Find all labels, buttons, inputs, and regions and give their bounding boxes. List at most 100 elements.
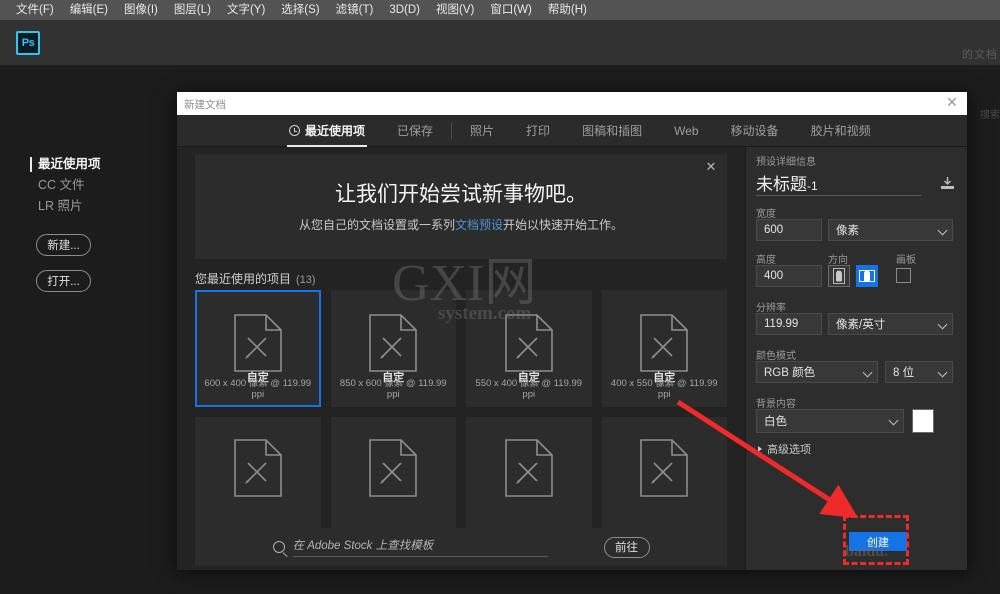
create-button-highlight: [843, 515, 909, 565]
background-text-2: 搜索: [980, 110, 1000, 121]
resolution-unit-select[interactable]: 像素/英寸: [828, 313, 953, 335]
tab-saved[interactable]: 已保存: [381, 115, 449, 147]
rail-nav-list: 最近使用项 CC 文件 LR 照片: [30, 154, 150, 217]
tab-photo[interactable]: 照片: [454, 115, 510, 147]
recent-item-card[interactable]: [330, 417, 456, 534]
recent-items-heading: 您最近使用的项目 (13): [195, 270, 316, 287]
chevron-down-icon: [937, 319, 948, 330]
background-color-swatch[interactable]: [912, 409, 934, 433]
start-screen-rail: 最近使用项 CC 文件 LR 照片 新建... 打开...: [0, 66, 170, 594]
stock-search-input[interactable]: 在 Adobe Stock 上查找模板: [292, 537, 548, 557]
recent-item-card[interactable]: 自定 850 x 600 像素 @ 119.99 ppi: [330, 290, 456, 407]
promo-banner: ✕ 让我们开始尝试新事物吧。 从您自己的文档设置或一系列文档预设开始以快速开始工…: [195, 154, 727, 259]
recent-item-card[interactable]: 自定 550 x 400 像素 @ 119.99 ppi: [466, 290, 592, 407]
document-name-value: 未标题: [756, 175, 807, 194]
resolution-unit-value: 像素/英寸: [836, 319, 886, 331]
width-label: 宽度: [756, 209, 776, 220]
document-icon: [233, 439, 282, 502]
tab-art-illustration[interactable]: 图稿和插图: [566, 115, 658, 147]
tab-mobile-label: 移动设备: [730, 124, 779, 138]
advanced-options-toggle[interactable]: 高级选项: [758, 441, 811, 457]
photoshop-logo-icon: Ps: [16, 31, 40, 55]
dialog-titlebar: 新建文档 ✕: [177, 92, 967, 115]
document-presets-link[interactable]: 文档预设: [455, 218, 503, 232]
color-mode-label: 颜色模式: [756, 351, 796, 362]
recent-items-count: (13): [296, 274, 316, 286]
stock-search-bar: 在 Adobe Stock 上查找模板 前往: [195, 528, 727, 566]
bit-depth-select[interactable]: 8 位: [885, 361, 953, 383]
document-icon: [233, 314, 282, 377]
color-mode-select[interactable]: RGB 颜色: [756, 361, 878, 383]
recent-item-card[interactable]: 自定 400 x 550 像素 @ 119.99 ppi: [601, 290, 727, 407]
recent-item-card[interactable]: [466, 417, 592, 534]
dialog-title: 新建文档: [184, 99, 226, 111]
recent-item-card[interactable]: 自定 600 x 400 像素 @ 119.99 ppi: [195, 290, 321, 407]
chevron-down-icon: [937, 225, 948, 236]
tab-web[interactable]: Web: [658, 115, 714, 147]
width-unit-value: 像素: [836, 225, 859, 237]
menu-item-layer[interactable]: 图层(L): [166, 0, 219, 20]
photoshop-window: 文件(F) 编辑(E) 图像(I) 图层(L) 文字(Y) 选择(S) 滤镜(T…: [0, 0, 1000, 594]
preset-details-panel: 预设详细信息 未标题-1 宽度 600 像素 高度 方向 画板 400 分辨率 …: [746, 147, 968, 570]
menu-item-select[interactable]: 选择(S): [273, 0, 327, 20]
document-name-suffix: -1: [807, 179, 818, 193]
orientation-landscape-icon[interactable]: [856, 265, 878, 287]
banner-close-icon[interactable]: ✕: [703, 160, 719, 176]
recent-item-detail: 550 x 400 像素 @ 119.99 ppi: [475, 378, 583, 400]
document-icon: [504, 439, 553, 502]
advanced-options-label: 高级选项: [767, 444, 811, 456]
menu-item-edit[interactable]: 编辑(E): [62, 0, 116, 20]
close-icon[interactable]: ✕: [943, 95, 961, 113]
chevron-down-icon: [888, 415, 899, 426]
save-preset-icon[interactable]: [939, 176, 956, 190]
recent-row-1: 自定 600 x 400 像素 @ 119.99 ppi 自定 850 x 60…: [195, 290, 727, 407]
menu-item-type[interactable]: 文字(Y): [219, 0, 273, 20]
tab-divider: [451, 122, 453, 139]
recent-items-grid: 自定 600 x 400 像素 @ 119.99 ppi 自定 850 x 60…: [195, 290, 727, 544]
artboard-checkbox[interactable]: [896, 268, 911, 283]
open-button[interactable]: 打开...: [36, 270, 91, 292]
app-toolbar: [0, 20, 1000, 66]
menu-item-window[interactable]: 窗口(W): [482, 0, 540, 20]
resolution-input[interactable]: 119.99: [756, 313, 822, 335]
background-label: 背景内容: [756, 399, 796, 410]
tab-film-video[interactable]: 胶片和视频: [795, 115, 887, 147]
bit-depth-value: 8 位: [893, 367, 915, 379]
dialog-tabs: 最近使用项 已保存 照片 打印 图稿和插图 Web 移动设备 胶片和视频: [177, 115, 967, 147]
document-icon: [504, 314, 553, 377]
menu-item-view[interactable]: 视图(V): [428, 0, 482, 20]
document-icon: [369, 314, 418, 377]
resolution-label: 分辨率: [756, 303, 786, 314]
tab-print[interactable]: 打印: [510, 115, 566, 147]
height-input[interactable]: 400: [756, 265, 822, 287]
document-name-input[interactable]: 未标题-1: [756, 170, 921, 196]
menu-item-help[interactable]: 帮助(H): [540, 0, 595, 20]
rail-item-cc-files[interactable]: CC 文件: [30, 175, 150, 196]
banner-body-post: 开始以快速开始工作。: [503, 218, 624, 232]
menu-item-filter[interactable]: 滤镜(T): [328, 0, 382, 20]
preset-details-label: 预设详细信息: [756, 157, 816, 168]
rail-item-recent[interactable]: 最近使用项: [30, 154, 150, 175]
background-select[interactable]: 白色: [756, 409, 904, 433]
menu-item-image[interactable]: 图像(I): [116, 0, 166, 20]
rail-item-lr-photos[interactable]: LR 照片: [30, 196, 150, 217]
tab-recent-label: 最近使用项: [305, 124, 366, 138]
new-button[interactable]: 新建...: [36, 234, 91, 256]
tab-web-label: Web: [674, 123, 699, 138]
menu-item-file[interactable]: 文件(F): [8, 0, 62, 20]
chevron-down-icon: [862, 367, 873, 378]
tab-saved-label: 已保存: [397, 124, 434, 138]
orientation-portrait-icon[interactable]: [828, 265, 850, 287]
new-document-dialog: 新建文档 ✕ 最近使用项 已保存 照片 打印 图稿和插图 Web 移动设备 胶片…: [177, 92, 967, 570]
height-label: 高度: [756, 255, 776, 266]
recent-item-card[interactable]: [195, 417, 321, 534]
document-icon: [640, 439, 689, 502]
menu-item-3d[interactable]: 3D(D): [381, 0, 428, 20]
recent-item-card[interactable]: [601, 417, 727, 534]
goto-button[interactable]: 前往: [603, 536, 650, 558]
tab-mobile[interactable]: 移动设备: [715, 115, 795, 147]
width-unit-select[interactable]: 像素: [828, 219, 953, 241]
width-input[interactable]: 600: [756, 219, 822, 241]
artboard-label: 画板: [896, 255, 916, 266]
tab-recent[interactable]: 最近使用项: [273, 115, 381, 147]
